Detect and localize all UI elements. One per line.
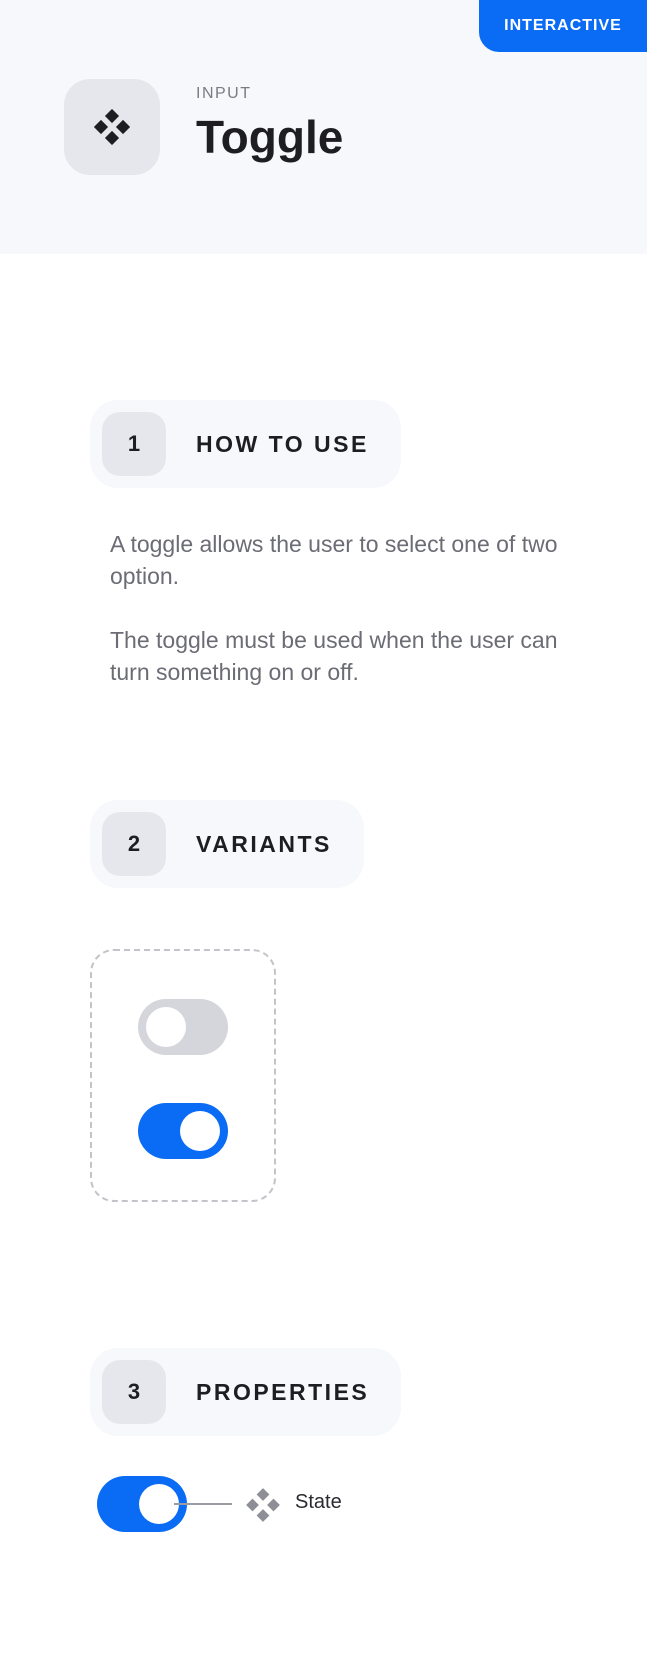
section-number: 2 — [102, 812, 166, 876]
toggle-on[interactable] — [138, 1103, 228, 1159]
interactive-badge: INTERACTIVE — [479, 0, 647, 52]
toggle-knob — [180, 1111, 220, 1151]
component-category: INPUT — [196, 85, 252, 102]
toggle-off[interactable] — [138, 999, 228, 1055]
section-header-how-to-use: 1 HOW TO USE — [90, 400, 401, 488]
description-paragraph: A toggle allows the user to select one o… — [110, 531, 558, 589]
section-header-properties: 3 PROPERTIES — [90, 1348, 402, 1436]
page-header: INTERACTIVE INPUT Toggle — [0, 0, 647, 254]
section-title: PROPERTIES — [196, 1378, 370, 1405]
toggle-knob — [139, 1484, 179, 1524]
variants-frame — [90, 949, 276, 1202]
component-diamond-icon — [246, 1488, 280, 1522]
section-number: 1 — [102, 412, 166, 476]
component-diamond-icon — [94, 109, 130, 145]
toggle-knob — [146, 1007, 186, 1047]
section-title: HOW TO USE — [196, 430, 369, 457]
section-number: 3 — [102, 1360, 166, 1424]
page-title: Toggle — [196, 111, 344, 163]
property-label-state: State — [295, 1491, 342, 1513]
section-header-variants: 2 VARIANTS — [90, 800, 364, 888]
component-icon-tile — [64, 79, 160, 175]
description-paragraph: The toggle must be used when the user ca… — [110, 627, 558, 685]
property-connector-line — [174, 1503, 232, 1505]
section-title: VARIANTS — [196, 830, 332, 857]
